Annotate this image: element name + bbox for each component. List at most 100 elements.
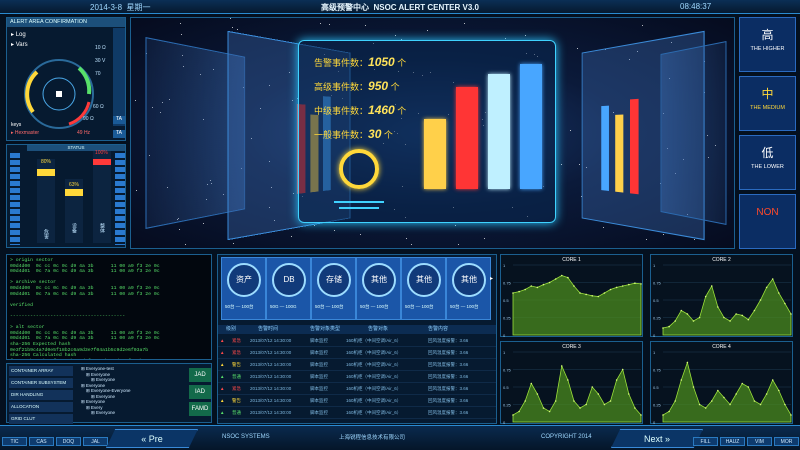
footer-key-vim[interactable]: VIM [747,437,772,446]
resource-tile[interactable]: 其他 50台 — 100台 [401,257,446,320]
table-row[interactable]: ▲ 警告 2013/07/12 14:30:00 脚本监控 160机柜（中间空调/Air… [218,395,496,407]
data-point [680,309,683,312]
object-cell: 160机柜（中间空调/Air_6） [346,374,402,379]
log-label[interactable]: ▸ Log [11,31,26,38]
star [603,226,605,228]
footer-key-fill[interactable]: FILL [693,437,718,446]
val-1: 10 Ω [95,45,106,51]
next-button[interactable]: Next » [611,429,703,448]
data-point [579,292,581,294]
famd-button[interactable]: FAMD [189,402,211,416]
data-point [723,316,725,319]
table-row[interactable]: ▲ 普通 2013/07/12 14:30:00 脚本监控 160机柜（中间空调/Air… [218,371,496,383]
time-cell: 2013/07/12 14:30:00 [250,398,292,403]
summary-bar [424,118,446,189]
table-row[interactable]: ▲ 紧急 2013/07/12 14:30:00 脚本监控 160机柜（中间空调/Air… [218,335,496,347]
warning-icon: ▲ [220,410,225,415]
tree-menu-item[interactable]: DIR HANDLING [9,390,73,400]
data-point [668,410,670,413]
prev-button[interactable]: « Pre [106,429,198,448]
data-point [704,407,707,409]
data-point [560,365,563,367]
table-row[interactable]: ▲ 普通 2013/07/12 14:30:00 脚本监控 160机柜（中间空调/Air… [218,407,496,419]
footer-key-doq[interactable]: DOQ [56,437,81,446]
content-cell: 回风温度报警：3.66 [428,350,469,355]
data-point [542,283,545,286]
data-point [512,292,514,294]
type-cell: 脚本监控 [310,386,328,391]
data-point [573,400,575,402]
y-tick-label: 0.75 [653,281,662,286]
pct-3: 100% [95,150,108,156]
resource-tile[interactable]: 存储 50台 — 100台 [311,257,356,320]
content-cell: 回风温度报警：3.66 [428,374,469,379]
level-low-en: THE LOWER [751,164,784,170]
level-high-cn: 高 [761,28,774,42]
tree-node[interactable]: ⊞ Everyone [81,410,161,416]
level-cell: 警告 [232,362,241,367]
resource-ring: 其他 [362,263,396,297]
level-non-button[interactable]: NON [739,194,796,249]
data-point [686,361,689,364]
ta-button-1[interactable]: TA [113,116,125,124]
star [365,25,367,27]
data-point [585,403,587,406]
star [178,229,180,231]
tree-menu-item[interactable]: GRID CLUT [9,414,73,424]
tree-menu-item[interactable]: CONTAINER ARRAY [9,366,73,376]
brand-text: NSOC SYSTEMS [222,434,270,440]
y-tick-label: 1 [653,350,656,355]
resource-tile[interactable]: 其他 50台 — 100台 [356,257,401,320]
data-point [634,407,636,409]
tree-menu-item[interactable]: ALLOCATION [9,402,73,412]
summary-bar [456,86,478,189]
resource-capacity: 50G — 100G [270,304,297,309]
resource-tile[interactable]: DB 50G — 100G [266,257,311,320]
level-low-button[interactable]: 低 THE LOWER [739,135,796,190]
summary-bar [520,63,542,189]
star [135,100,137,102]
type-cell: 脚本监控 [310,362,328,367]
table-row[interactable]: ▲ 警告 2013/07/12 14:30:00 脚本监控 160机柜（中间空调/Air… [218,359,496,371]
data-point [536,286,539,289]
table-row[interactable]: ▲ 紧急 2013/07/12 14:30:00 脚本监控 160机柜（中间空调/Air… [218,383,496,395]
tree-menu-item[interactable]: CONTAINER SUBSYSTEM [9,378,73,388]
star [694,239,696,241]
level-high-button[interactable]: 高 THE HIGHER [739,17,796,72]
footer-bar: TIC CAS DOQ JAL « Pre NSOC SYSTEMS 上海锐程信息技术… [0,425,800,450]
more-icon[interactable]: ▸ [490,275,496,285]
jad-button[interactable]: JAD [189,368,211,382]
object-cell: 160机柜（中间空调/Air_6） [346,386,402,391]
content-cell: 回风温度报警：3.66 [428,386,469,391]
vars-label[interactable]: ▸ Vars [11,41,28,48]
iad-button[interactable]: IAD [189,385,211,399]
warning-icon: ▲ [220,350,225,355]
level-cell: 普通 [232,374,241,379]
alert-panel-heading: ALERT AREA CONFIRMATION [7,18,125,27]
star [184,243,186,245]
y-tick-label: 0.5 [503,385,509,390]
y-tick-label: 0.25 [653,403,662,408]
level-cell: 紧急 [232,386,241,391]
ta-button-2[interactable]: TA [113,130,125,138]
resource-tile[interactable]: 其他 50台 — 100台 [446,257,491,320]
resource-capacity: 50台 — 100台 [360,304,389,309]
footer-key-tic[interactable]: TIC [2,437,27,446]
footer-key-hauz[interactable]: HAUZ [720,437,745,446]
star [663,234,665,236]
level-medium-en: THE MEDIUM [750,105,785,111]
level-medium-button[interactable]: 中 THE MEDIUM [739,76,796,131]
table-row[interactable]: ▲ 紧急 2013/07/12 14:30:00 脚本监控 160机柜（中间空调/Air… [218,347,496,359]
level-non-cn: NON [756,207,779,218]
footer-key-jal[interactable]: JAL [83,437,108,446]
star [136,190,138,192]
resource-tile[interactable]: 资产 50台 — 100台 [221,257,266,320]
star [525,35,527,37]
footer-key-cas[interactable]: CAS [29,437,54,446]
company-text: 上海锐程信息技术有限公司 [339,435,406,441]
data-point [548,281,551,284]
table-header-cell: 告警对象 [368,326,389,332]
footer-key-mor[interactable]: MOR [774,437,799,446]
gauge-dial [24,59,94,129]
keys-label: keys [11,122,22,128]
